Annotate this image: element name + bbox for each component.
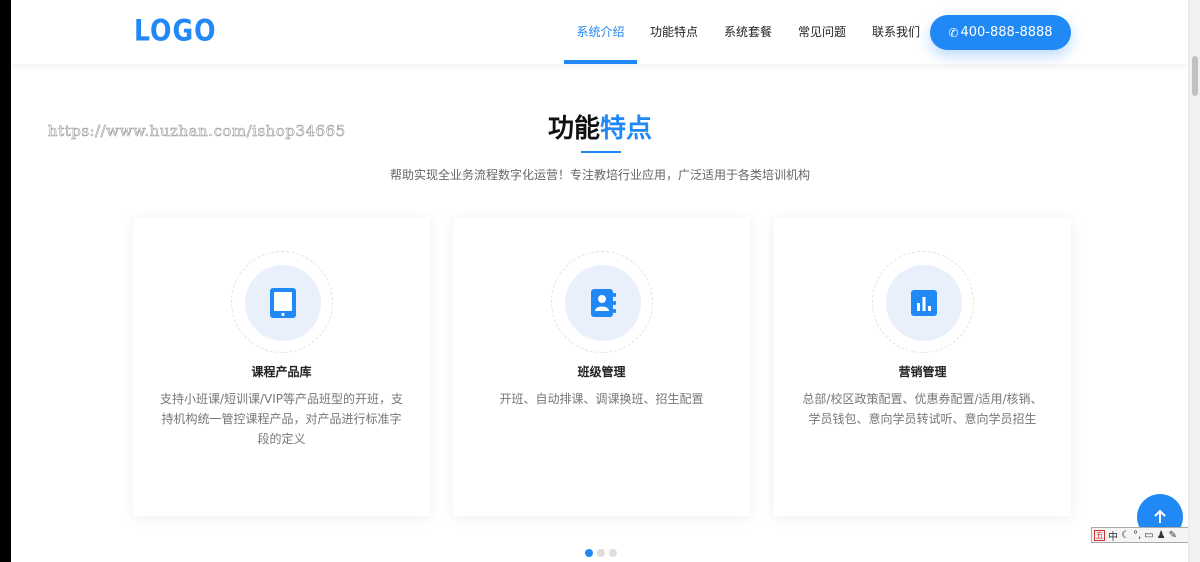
feature-card-course-library[interactable]: 课程产品库 支持小班课/短训课/VIP等产品班型的开班，支持机构统一管控课程产品… xyxy=(133,218,430,516)
icon-ring xyxy=(872,251,974,353)
contact-book-icon xyxy=(565,265,641,341)
card-title: 营销管理 xyxy=(898,365,947,379)
section-subtitle: 帮助实现全业务流程数字化运营！专注教培行业应用，广泛适用于各类培训机构 xyxy=(389,168,810,182)
ime-punct-label: °, xyxy=(1132,529,1142,541)
vertical-scrollbar[interactable] xyxy=(1188,0,1200,562)
ime-toolbar[interactable]: 五 中 ☾ °, ▭ ♟ ✎ xyxy=(1091,527,1200,543)
carousel-pagination xyxy=(585,549,617,557)
scrollbar-thumb[interactable] xyxy=(1192,56,1198,96)
title-underline xyxy=(581,151,621,153)
icon-ring xyxy=(551,251,653,353)
section-title-accent: 特点 xyxy=(600,114,653,144)
carousel-dot-3[interactable] xyxy=(609,549,617,557)
ime-user-icon: ♟ xyxy=(1156,529,1166,541)
section-title-main: 功能 xyxy=(547,114,600,144)
card-description: 开班、自动排课、调课换班、招生配置 xyxy=(499,392,704,406)
nav-item-features[interactable]: 功能特点 xyxy=(637,0,711,64)
main-nav: 系统介绍 功能特点 系统套餐 常见问题 联系我们 xyxy=(564,0,933,64)
ime-wrench-icon: ✎ xyxy=(1168,529,1177,541)
nav-item-faq[interactable]: 常见问题 xyxy=(785,0,859,64)
card-title: 班级管理 xyxy=(577,365,626,379)
carousel-dot-1[interactable] xyxy=(585,549,593,557)
card-title: 课程产品库 xyxy=(251,365,312,379)
ime-logo-icon: 五 xyxy=(1094,529,1105,541)
phone-number: 400-888-8888 xyxy=(960,25,1053,40)
section-title: 功能特点 xyxy=(0,108,1200,145)
ime-moon-icon: ☾ xyxy=(1121,529,1130,541)
top-navbar: LOGO 系统介绍 功能特点 系统套餐 常见问题 联系我们 ✆ 400-888-… xyxy=(11,0,1188,64)
nav-item-intro[interactable]: 系统介绍 xyxy=(564,0,637,64)
bar-chart-icon xyxy=(886,265,962,341)
nav-item-contact[interactable]: 联系我们 xyxy=(859,0,933,64)
phone-icon: ✆ xyxy=(948,25,959,40)
left-edge-bar xyxy=(0,0,11,562)
ime-mode-label: 中 xyxy=(1108,531,1118,543)
card-description: 总部/校区政策配置、优惠券配置/适用/核销、学员钱包、意向学员转试听、意向学员招… xyxy=(802,392,1043,426)
icon-ring xyxy=(231,251,333,353)
feature-card-marketing[interactable]: 营销管理 总部/校区政策配置、优惠券配置/适用/核销、学员钱包、意向学员转试听、… xyxy=(774,218,1071,516)
arrow-up-icon xyxy=(1154,510,1166,523)
tablet-icon xyxy=(245,265,321,341)
nav-item-packages[interactable]: 系统套餐 xyxy=(711,0,785,64)
feature-card-class-management[interactable]: 班级管理 开班、自动排课、调课换班、招生配置 xyxy=(453,218,750,516)
carousel-dot-2[interactable] xyxy=(597,549,605,557)
phone-button[interactable]: ✆ 400-888-8888 xyxy=(930,15,1071,50)
ime-keyboard-icon: ▭ xyxy=(1144,529,1154,541)
logo[interactable]: LOGO xyxy=(134,13,217,48)
card-description: 支持小班课/短训课/VIP等产品班型的开班，支持机构统一管控课程产品，对产品进行… xyxy=(159,392,404,446)
